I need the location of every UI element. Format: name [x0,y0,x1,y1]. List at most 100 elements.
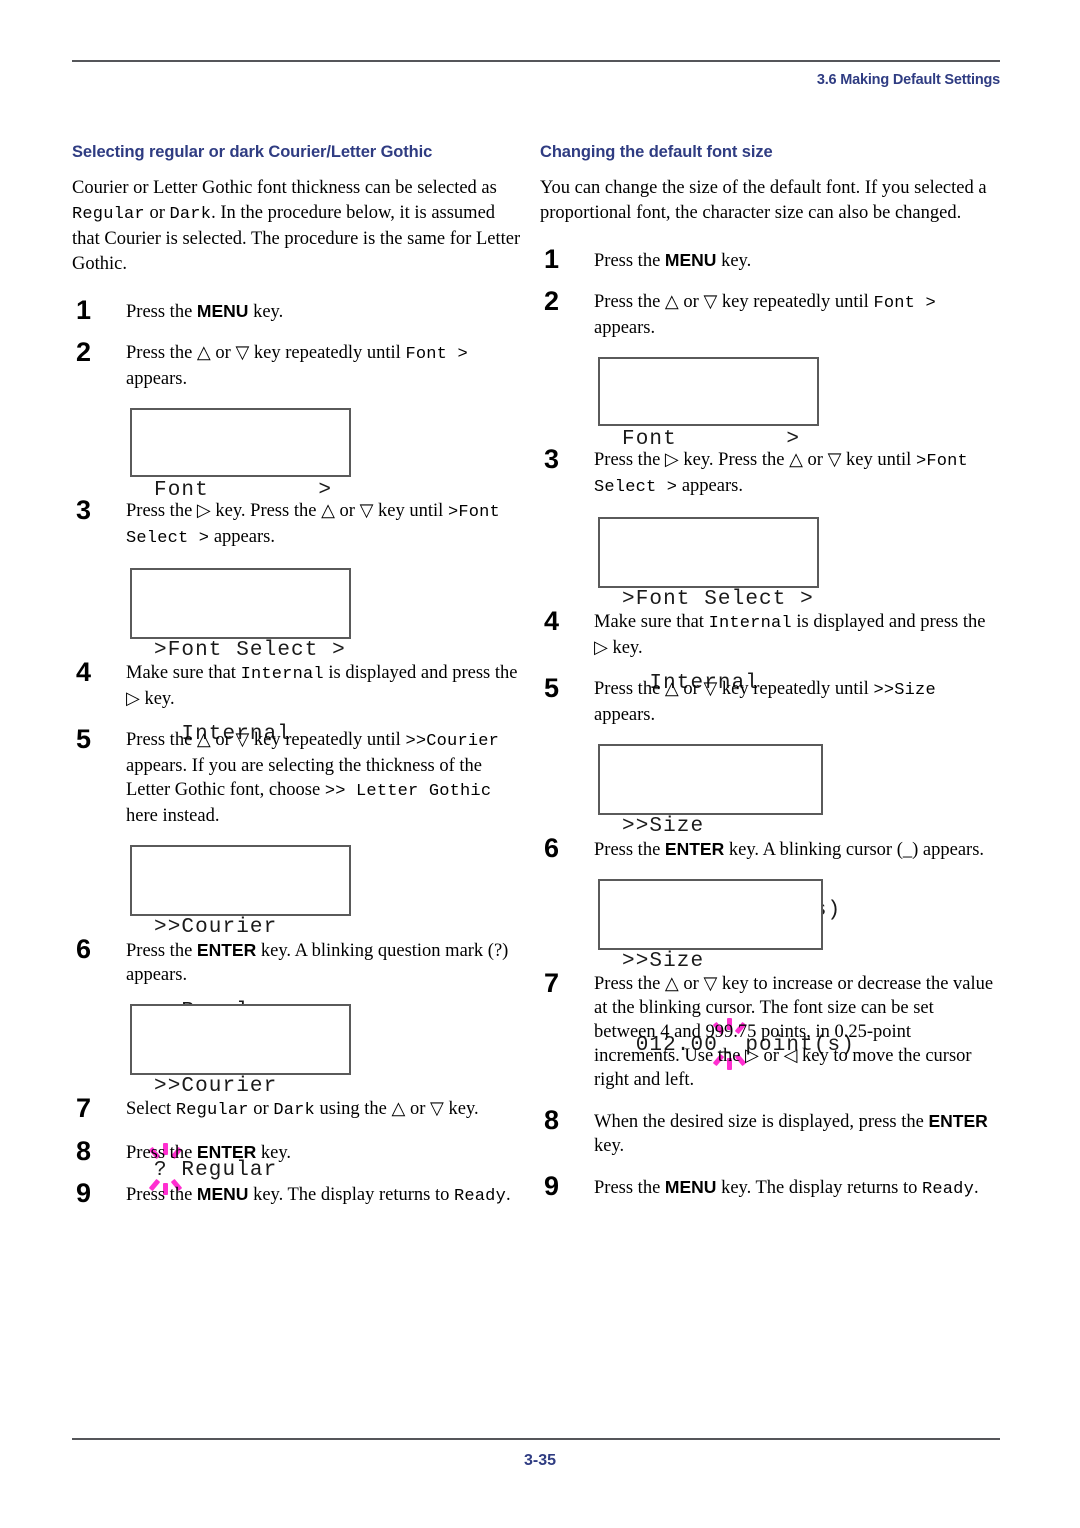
right-section-heading: Changing the default font size [540,143,773,161]
up-arrow-icon: △ [321,500,335,520]
up-arrow-icon: △ [196,342,211,362]
lcd-display-courier: >>Courier Regular [130,845,351,1023]
menu-key-label: MENU [664,250,717,270]
s5-mono-2: >> Letter Gothic [324,782,492,801]
s9-post1: key. The display returns to [248,1185,454,1205]
left-step-7-text: Select Regular or Dark using the △ or ▽ … [126,1097,527,1123]
left-step-1-text: Press the MENU key. [126,299,527,324]
r8-pre: When the desired size is displayed, pres… [594,1112,929,1132]
s4-post1: is displayed and press the [323,663,518,683]
right-step-1: 1 Press the MENU key. [540,244,995,274]
right-step-6: 6 Press the ENTER key. A blinking cursor… [540,833,995,863]
menu-key-label: MENU [196,301,249,321]
r2-mid: or [678,292,704,312]
down-arrow-icon: ▽ [359,500,374,520]
right-step-9-text: Press the MENU key. The display returns … [594,1175,995,1202]
manual-page: 3.6 Making Default Settings Selecting re… [0,0,1080,1528]
page-number: 3-35 [523,1452,557,1469]
right-arrow-icon: ▷ [664,449,679,469]
s1-pre: Press the [126,302,197,322]
s7-mid3: or [405,1099,431,1119]
left-step-9-number: 9 [76,1178,92,1208]
up-arrow-icon: △ [196,729,211,749]
right-step-5-text: Press the △ or ▽ key repeatedly until >>… [594,677,995,727]
s7-mid1: or [248,1099,274,1119]
left-step-1-number: 1 [76,295,92,325]
r2-pre: Press the [594,292,665,312]
r2-post1: key repeatedly until [717,292,874,312]
right-step-7: 7 Press the △ or ▽ key to increase or de… [540,968,995,1092]
right-step-2: 2 Press the △ or ▽ key repeatedly until … [540,286,995,340]
right-step-3-number: 3 [544,444,560,474]
menu-key-label: MENU [196,1184,249,1204]
r5-mid: or [678,679,704,699]
s6-pre: Press the [126,941,197,961]
right-step-8-number: 8 [544,1105,560,1135]
up-arrow-icon: △ [664,291,679,311]
s4-pre: Make sure that [126,663,241,683]
r1-post: key. [716,251,752,271]
r7-pre: Press the [594,974,665,994]
r8-post: key. [594,1136,625,1156]
right-step-4: 4 Make sure that Internal is displayed a… [540,606,995,660]
right-step-4-text: Make sure that Internal is displayed and… [594,610,995,660]
s3-pre: Press the [126,501,197,521]
menu-key-label: MENU [664,1177,717,1197]
down-arrow-icon: ▽ [703,973,718,993]
left-step-9: 9 Press the MENU key. The display return… [72,1178,527,1209]
lcd-display-font: Font > [598,357,819,451]
s2-post1: key repeatedly until [249,343,406,363]
s9-pre: Press the [126,1185,197,1205]
s7-mono-regular: Regular [175,1101,249,1120]
lcd-display-size-blinking: >>Size 012.00 _ point(s) [598,879,854,1070]
left-step-2: 2 Press the △ or ▽ key repeatedly until … [72,337,527,391]
r9-mono-ready: Ready [921,1180,974,1199]
left-step-9-text: Press the MENU key. The display returns … [126,1182,527,1209]
s5-post3: here instead. [126,806,220,826]
right-step-2-number: 2 [544,286,560,316]
left-step-3: 3 Press the ▷ key. Press the △ or ▽ key … [72,495,527,551]
intro-text-1: Courier or Letter Gothic font thickness … [72,178,497,198]
r6-post: key. A blinking cursor (_) appears. [724,840,985,860]
s7-mid2: using the [314,1099,392,1119]
right-arrow-icon: ▷ [126,688,140,708]
s9-mono-ready: Ready [453,1187,506,1206]
footer-rule [72,1438,1000,1440]
right-arrow-icon: ▷ [594,637,608,657]
right-intro-paragraph: You can change the size of the default f… [540,178,987,223]
s3-post1: key. Press the [210,501,322,521]
r4-mono: Internal [708,614,792,633]
enter-key-label: ENTER [196,940,257,960]
r9-post2: . [973,1178,979,1198]
r3-pre: Press the [594,450,665,470]
s5-mid: or [210,730,236,750]
r1-pre: Press the [594,251,665,271]
intro-mono-dark: Dark [169,205,212,224]
r9-pre: Press the [594,1178,665,1198]
left-column: Selecting regular or dark Courier/Letter… [72,143,527,1226]
left-step-8: 8 Press the ENTER key. [72,1136,527,1166]
left-step-3-text: Press the ▷ key. Press the △ or ▽ key un… [126,499,527,551]
right-step-1-text: Press the MENU key. [594,248,995,273]
up-arrow-icon: △ [789,449,803,469]
right-step-6-number: 6 [544,833,560,863]
page-header-title: 3.6 Making Default Settings [816,72,1000,88]
s3-post3: appears. [209,527,275,547]
r5-post2: appears. [594,705,656,725]
right-step-9: 9 Press the MENU key. The display return… [540,1171,995,1202]
left-step-8-number: 8 [76,1136,92,1166]
lcd-display-courier-blinking: >>Courier ? Regular [130,1004,351,1195]
left-step-4-text: Make sure that Internal is displayed and… [126,661,527,711]
right-step-7-text: Press the △ or ▽ key to increase or decr… [594,972,995,1092]
left-section-heading: Selecting regular or dark Courier/Letter… [72,143,433,161]
s1-post: key. [248,302,284,322]
left-step-4-number: 4 [76,657,92,687]
r3-post3: appears. [677,476,743,496]
down-arrow-icon: ▽ [235,729,250,749]
s7-mono-dark: Dark [273,1101,315,1120]
r7-mid: or [678,974,704,994]
left-step-2-text: Press the △ or ▽ key repeatedly until Fo… [126,341,527,391]
s2-mid: or [210,343,236,363]
right-step-2-text: Press the △ or ▽ key repeatedly until Fo… [594,290,995,340]
s2-pre: Press the [126,343,197,363]
